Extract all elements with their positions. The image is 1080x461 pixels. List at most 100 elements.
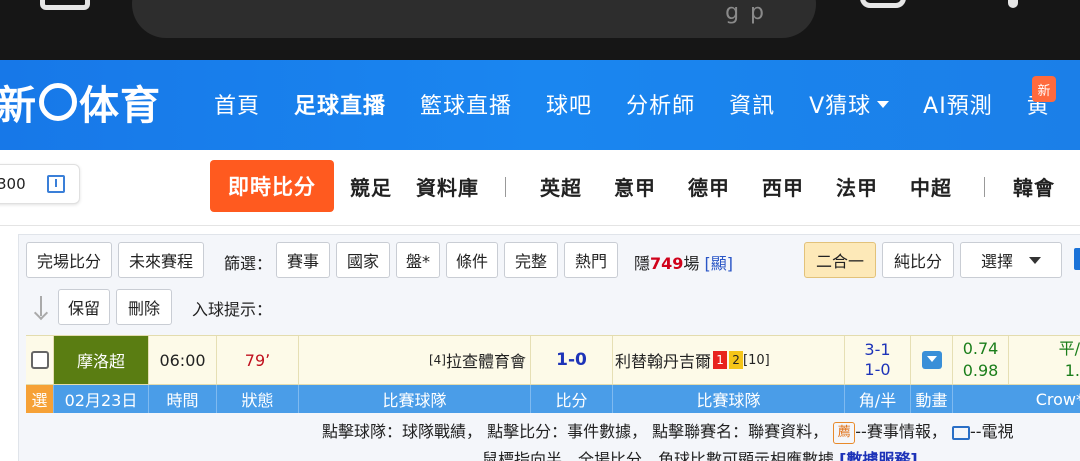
- handicap-top: 平/: [1058, 339, 1080, 358]
- sub-nav: 300 即時比分 競足 資料庫 英超 意甲 德甲 西甲 法甲 中超 韓會: [0, 150, 1080, 226]
- help-text-part3: --電視: [969, 422, 1014, 441]
- tab-more[interactable]: 韓會: [1013, 172, 1055, 201]
- site-header: 新 体育 首頁 足球直播 籃球直播 球吧 分析師 資訊 V猜球 AI預測 黄 新: [0, 60, 1080, 150]
- combined-view-button[interactable]: 二合一: [804, 242, 876, 278]
- odds-away: 0.98: [962, 361, 999, 380]
- hidden-suffix: 場: [683, 254, 700, 273]
- data-service-link[interactable]: [數據服務]: [839, 450, 918, 461]
- select-value: 選擇: [980, 252, 1013, 271]
- row-checkbox[interactable]: [30, 351, 49, 369]
- col-away: 比賽球隊: [613, 385, 845, 413]
- help-text-part2: --賽事情報，: [855, 422, 947, 441]
- nav-football-live[interactable]: 足球直播: [294, 88, 386, 120]
- keep-button[interactable]: 保留: [58, 289, 110, 325]
- nav-basketball-live[interactable]: 籃球直播: [420, 88, 512, 120]
- nav-home[interactable]: 首頁: [214, 88, 260, 120]
- filter-event-button[interactable]: 賽事: [276, 242, 330, 278]
- match-time: 06:00: [149, 336, 217, 384]
- help-text-part1: 點擊球隊：球隊戰績， 點擊比分：事件數據， 點擊聯賽名：聯賽資料，: [322, 422, 829, 441]
- filter-label: 篩選：: [224, 254, 273, 273]
- col-time: 時間: [149, 385, 217, 413]
- away-rank: [10]: [743, 352, 770, 368]
- page: g p 新 体育 首頁 足球直播 籃球直播 球吧 分析師 資訊 V猜球 AI預測…: [0, 0, 1080, 461]
- nav-news[interactable]: 資訊: [729, 88, 775, 120]
- filter-condition-button[interactable]: 條件: [446, 242, 498, 278]
- address-text: g p: [725, 0, 766, 25]
- divider: [984, 176, 985, 197]
- live-score-tab[interactable]: 即時比分: [210, 160, 334, 212]
- select-dropdown[interactable]: 選擇: [960, 242, 1062, 278]
- divider: [505, 176, 506, 197]
- future-schedule-button[interactable]: 未來賽程: [118, 242, 204, 278]
- away-team[interactable]: 利替翰丹吉爾 1 2 [10]: [613, 336, 845, 384]
- hidden-prefix: 隱: [634, 254, 651, 273]
- league-name[interactable]: 摩洛超: [54, 336, 149, 384]
- menu-icon[interactable]: [1008, 0, 1018, 8]
- address-bar[interactable]: g p: [132, 0, 816, 38]
- filter-hot-button[interactable]: 熱門: [564, 242, 618, 278]
- filter-country-button[interactable]: 國家: [336, 242, 390, 278]
- animation-cell[interactable]: [911, 336, 953, 384]
- tv-icon: [951, 425, 970, 440]
- nav-ai-predict[interactable]: AI預測: [923, 88, 993, 120]
- chevron-down-icon: [877, 100, 890, 108]
- tabs-icon[interactable]: [40, 0, 90, 10]
- corner-half-cell[interactable]: 3-1 1-0: [845, 336, 911, 384]
- col-date[interactable]: 02月23日: [54, 385, 149, 413]
- col-home: 比賽球隊: [299, 385, 531, 413]
- logo-text-sport: 体育: [79, 83, 161, 129]
- browser-toolbar: g p: [0, 0, 1080, 60]
- recommend-icon: 薦: [833, 421, 856, 444]
- site-logo[interactable]: 新 体育: [0, 72, 161, 132]
- home-team[interactable]: [4] 拉查體育會: [299, 336, 531, 384]
- settings-icon[interactable]: [1074, 248, 1080, 270]
- col-animation: 動畫: [911, 385, 953, 413]
- tab-jingzu[interactable]: 競足: [350, 172, 392, 201]
- handicap-cell: 平/ 1.: [1009, 336, 1080, 384]
- main-nav: 首頁 足球直播 籃球直播 球吧 分析師 資訊 V猜球 AI預測 黄: [214, 88, 1050, 120]
- show-hidden-link[interactable]: [顯]: [705, 254, 734, 273]
- logo-text-new: 新: [0, 83, 37, 129]
- odds-cell: 0.74 0.98: [953, 336, 1009, 384]
- animation-icon: [921, 351, 942, 369]
- score-only-button[interactable]: 純比分: [882, 242, 954, 278]
- select-cell: [26, 336, 54, 384]
- red-card-icon: 1: [713, 351, 728, 369]
- score-cell[interactable]: 1-0: [531, 336, 613, 384]
- tab-switcher-icon[interactable]: [860, 0, 906, 8]
- match-score: 1-0: [556, 350, 587, 370]
- tab-database[interactable]: 資料庫: [416, 172, 479, 201]
- sub-nav-links: 競足 資料庫 英超 意甲 德甲 西甲 法甲 中超 韓會: [350, 172, 1055, 201]
- tab-csl[interactable]: 中超: [910, 172, 952, 201]
- table-row[interactable]: 摩洛超 06:00 79 ʼ [4] 拉查體育會 1-0 利替翰丹吉爾 1 2 […: [26, 335, 1080, 385]
- col-select[interactable]: 選: [26, 385, 54, 413]
- full-score-button[interactable]: 完場比分: [26, 242, 112, 278]
- col-status: 狀態: [217, 385, 299, 413]
- tab-la-liga[interactable]: 西甲: [762, 172, 804, 201]
- tab-serie-a[interactable]: 意甲: [614, 172, 656, 201]
- tab-epl[interactable]: 英超: [540, 172, 582, 201]
- arrow-down-icon: [34, 296, 50, 320]
- match-status: 79 ʼ: [217, 336, 299, 384]
- minute-mark: ʼ: [265, 350, 271, 370]
- refresh-timer[interactable]: 300: [0, 164, 80, 204]
- match-minute: 79: [244, 350, 266, 370]
- tab-ligue-1[interactable]: 法甲: [836, 172, 878, 201]
- filter-complete-button[interactable]: 完整: [504, 242, 558, 278]
- nav-guess-wrap[interactable]: V猜球: [809, 88, 890, 120]
- help-text: 點擊球隊：球隊戰績， 點擊比分：事件數據， 點擊聯賽名：聯賽資料， 薦 --賽事情…: [322, 418, 1014, 444]
- goal-hint-label: 入球提示：: [192, 300, 273, 319]
- tab-bundesliga[interactable]: 德甲: [688, 172, 730, 201]
- table-header: 選 02月23日 時間 狀態 比賽球隊 比分 比賽球隊 角/半 動畫 Crow*: [26, 385, 1080, 413]
- ball-icon: [39, 83, 77, 121]
- nav-analysts[interactable]: 分析師: [626, 88, 695, 120]
- hidden-count: 749: [650, 254, 684, 273]
- half-score: 1-0: [864, 360, 891, 379]
- delete-button[interactable]: 刪除: [116, 289, 172, 325]
- filter-odds-button[interactable]: 盤*: [396, 242, 440, 278]
- col-company[interactable]: Crow*: [953, 385, 1080, 413]
- nav-forum[interactable]: 球吧: [546, 88, 592, 120]
- corner-score: 3-1: [864, 340, 891, 359]
- help-text-line2: 鼠標指向半、全場比分、角球比數可顯示相應數據: [482, 450, 835, 461]
- timer-value: 300: [0, 175, 26, 193]
